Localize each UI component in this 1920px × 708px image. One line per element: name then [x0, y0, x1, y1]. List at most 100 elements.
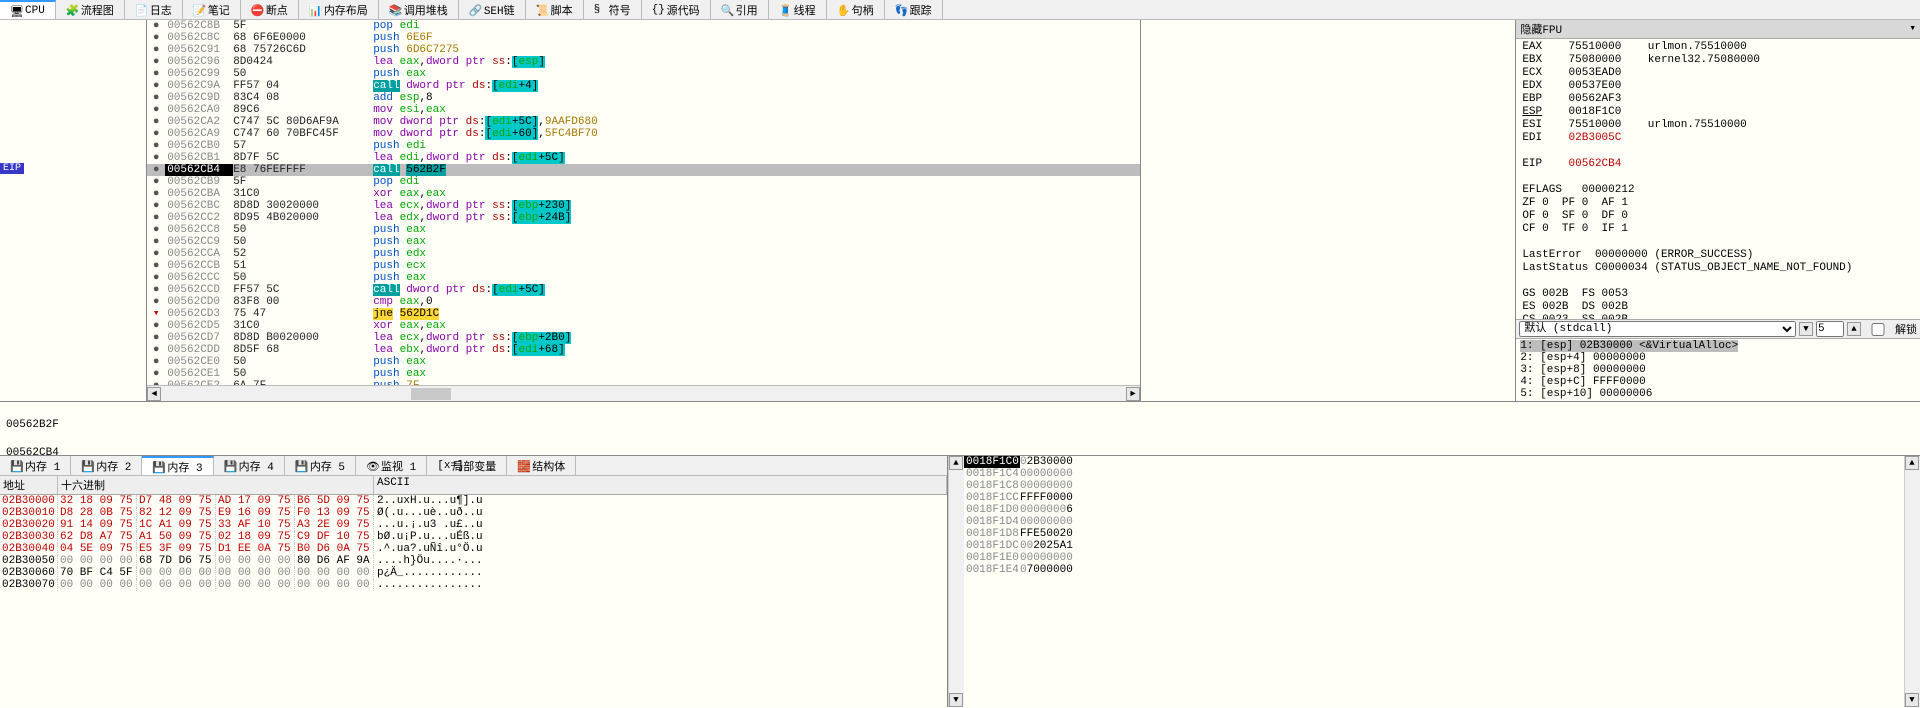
hexdump-view[interactable]: 地址 十六进制 ASCII 02B3000032 18 09 75D7 48 0…: [0, 476, 947, 707]
disasm-row[interactable]: ●00562CA2C747 5C 80D6AF9Amov dword ptr d…: [147, 116, 1140, 128]
disasm-row[interactable]: ●00562CD78D8D B0020000lea ecx,dword ptr …: [147, 332, 1140, 344]
breakpoint-dot-icon[interactable]: ●: [147, 248, 165, 260]
args-dec-button[interactable]: ▼: [1799, 322, 1813, 336]
disasm-hscroll[interactable]: ◄ ►: [147, 385, 1140, 401]
breakpoint-dot-icon[interactable]: ●: [147, 224, 165, 236]
disasm-row[interactable]: ●00562CA089C6mov esi,eax: [147, 104, 1140, 116]
dump-row[interactable]: 02B3007000 00 00 0000 00 00 0000 00 00 0…: [0, 579, 947, 591]
stack-row[interactable]: 0018F1D8FFE50020: [964, 528, 1904, 540]
disasm-row[interactable]: ●00562CC950push eax: [147, 236, 1140, 248]
breakpoint-dot-icon[interactable]: ●: [147, 284, 165, 296]
disasm-row[interactable]: ●00562CCA52push edx: [147, 248, 1140, 260]
registers-pane[interactable]: 隐藏FPU ▾ EAX 75510000 urlmon.75510000 EBX…: [1516, 20, 1920, 319]
disasm-row[interactable]: ●00562CA9C747 60 70BFC45Fmov dword ptr d…: [147, 128, 1140, 140]
dump-tab[interactable]: 💾内存 4: [214, 456, 285, 475]
breakpoint-dot-icon[interactable]: ●: [147, 344, 165, 356]
tab-调用堆栈[interactable]: 📚调用堆栈: [379, 0, 459, 19]
disasm-row[interactable]: ●00562C968D0424lea eax,dword ptr ss:[esp…: [147, 56, 1140, 68]
tab-符号[interactable]: §符号: [584, 0, 642, 19]
breakpoint-dot-icon[interactable]: ●: [147, 20, 165, 32]
stack-view[interactable]: 0018F1C002B300000018F1C4000000000018F1C8…: [964, 456, 1904, 707]
stack-row[interactable]: 0018F1C800000000: [964, 480, 1904, 492]
breakpoint-dot-icon[interactable]: ●: [147, 332, 165, 344]
disasm-row[interactable]: ●00562CB4E8 76FEFFFFcall 562B2F: [147, 164, 1140, 176]
scroll-down-icon[interactable]: ▼: [1905, 693, 1919, 707]
disasm-row[interactable]: ●00562CCB51push ecx: [147, 260, 1140, 272]
scroll-thumb[interactable]: [411, 388, 451, 400]
stack-vscroll[interactable]: ▲▼: [1904, 456, 1920, 707]
disasm-row[interactable]: ●00562CE050push eax: [147, 356, 1140, 368]
breakpoint-dot-icon[interactable]: ●: [147, 272, 165, 284]
dump-col-addr[interactable]: 地址: [0, 476, 58, 494]
breakpoint-dot-icon[interactable]: ●: [147, 104, 165, 116]
dump-tab[interactable]: 💾内存 2: [71, 456, 142, 475]
disasm-row[interactable]: ●00562CC28D95 4B020000lea edx,dword ptr …: [147, 212, 1140, 224]
disasm-row[interactable]: ●00562C8B5Fpop edi: [147, 20, 1140, 32]
disasm-row[interactable]: ●00562CCDFF57 5Ccall dword ptr ds:[edi+5…: [147, 284, 1140, 296]
call-args-view[interactable]: 1: [esp] 02B30000 <&VirtualAlloc> 2: [es…: [1516, 339, 1920, 401]
breakpoint-dot-icon[interactable]: ●: [147, 368, 165, 380]
disasm-row[interactable]: ●00562C9AFF57 04call dword ptr ds:[edi+4…: [147, 80, 1140, 92]
breakpoint-dot-icon[interactable]: ●: [147, 380, 165, 385]
stack-row[interactable]: 0018F1CCFFFF0000: [964, 492, 1904, 504]
unlock-checkbox[interactable]: [1864, 323, 1892, 336]
dump-row[interactable]: 02B30010D8 28 0B 7582 12 09 75E9 16 09 7…: [0, 507, 947, 519]
stack-row[interactable]: 0018F1C400000000: [964, 468, 1904, 480]
breakpoint-dot-icon[interactable]: ●: [147, 80, 165, 92]
callconv-select[interactable]: 默认 (stdcall): [1519, 321, 1796, 337]
tab-脚本[interactable]: 📜脚本: [526, 0, 584, 19]
dump-row[interactable]: 02B3006070 BF C4 5F00 00 00 0000 00 00 0…: [0, 567, 947, 579]
args-inc-button[interactable]: ▲: [1847, 322, 1861, 336]
tab-句柄[interactable]: ✋句柄: [827, 0, 885, 19]
stack-row[interactable]: 0018F1E000000000: [964, 552, 1904, 564]
disasm-row[interactable]: ●00562CBA31C0xor eax,eax: [147, 188, 1140, 200]
disasm-row[interactable]: ●00562C8C68 6F6E0000push 6E6F: [147, 32, 1140, 44]
breakpoint-dot-icon[interactable]: ●: [147, 188, 165, 200]
tab-源代码[interactable]: {}源代码: [642, 0, 711, 19]
disasm-row[interactable]: ●00562CB18D7F 5Clea edi,dword ptr ds:[ed…: [147, 152, 1140, 164]
scroll-up-icon[interactable]: ▲: [949, 456, 963, 470]
disasm-row[interactable]: ▾00562CD375 47jne 562D1C: [147, 308, 1140, 320]
dump-tab[interactable]: 💾内存 1: [0, 456, 71, 475]
breakpoint-dot-icon[interactable]: ●: [147, 260, 165, 272]
tab-日志[interactable]: 📄日志: [125, 0, 183, 19]
dump-row[interactable]: 02B3003062 D8 A7 75A1 50 09 7502 18 09 7…: [0, 531, 947, 543]
dump-row[interactable]: 02B3002091 14 09 751C A1 09 7533 AF 10 7…: [0, 519, 947, 531]
breakpoint-dot-icon[interactable]: ●: [147, 356, 165, 368]
disasm-row[interactable]: ●00562CCC50push eax: [147, 272, 1140, 284]
tab-线程[interactable]: 🧵线程: [769, 0, 827, 19]
dump-row[interactable]: 02B3000032 18 09 75D7 48 09 75AD 17 09 7…: [0, 495, 947, 507]
breakpoint-dot-icon[interactable]: ●: [147, 236, 165, 248]
disasm-row[interactable]: ●00562CBC8D8D 30020000lea ecx,dword ptr …: [147, 200, 1140, 212]
dump-tab[interactable]: 💾内存 3: [142, 456, 213, 475]
breakpoint-dot-icon[interactable]: ●: [147, 212, 165, 224]
disasm-row[interactable]: ●00562CE26A 7Fpush 7F: [147, 380, 1140, 385]
tab-笔记[interactable]: 📝笔记: [183, 0, 241, 19]
breakpoint-dot-icon[interactable]: ●: [147, 296, 165, 308]
dump-tab[interactable]: 👁监视 1: [356, 456, 427, 475]
stack-row[interactable]: 0018F1D000000006: [964, 504, 1904, 516]
breakpoint-dot-icon[interactable]: ●: [147, 32, 165, 44]
disasm-row[interactable]: ●00562C9950push eax: [147, 68, 1140, 80]
breakpoint-dot-icon[interactable]: ●: [147, 116, 165, 128]
dump-row[interactable]: 02B3004004 5E 09 75E5 3F 09 75D1 EE 0A 7…: [0, 543, 947, 555]
scroll-left-icon[interactable]: ◄: [147, 387, 161, 401]
breakpoint-dot-icon[interactable]: ●: [147, 320, 165, 332]
breakpoint-dot-icon[interactable]: ●: [147, 128, 165, 140]
scroll-down-icon[interactable]: ▼: [949, 693, 963, 707]
disasm-row[interactable]: ●00562CB057push edi: [147, 140, 1140, 152]
disasm-row[interactable]: ●00562CC850push eax: [147, 224, 1140, 236]
dump-tab[interactable]: 🧱结构体: [507, 456, 576, 475]
stack-row[interactable]: 0018F1C002B30000: [964, 456, 1904, 468]
disasm-row[interactable]: ●00562C9168 75726C6Dpush 6D6C7275: [147, 44, 1140, 56]
args-count-input[interactable]: [1816, 321, 1844, 337]
stack-row[interactable]: 0018F1E407000000: [964, 564, 1904, 576]
dump-col-ascii[interactable]: ASCII: [374, 476, 947, 494]
breakpoint-dot-icon[interactable]: ▾: [147, 308, 165, 320]
tab-SEH链[interactable]: 🔗SEH链: [459, 0, 526, 19]
tab-CPU[interactable]: 🖥CPU: [0, 0, 56, 19]
scroll-up-icon[interactable]: ▲: [1905, 456, 1919, 470]
tab-流程图[interactable]: 🧩流程图: [56, 0, 125, 19]
scroll-right-icon[interactable]: ►: [1126, 387, 1140, 401]
registers-header[interactable]: 隐藏FPU ▾: [1516, 20, 1920, 39]
